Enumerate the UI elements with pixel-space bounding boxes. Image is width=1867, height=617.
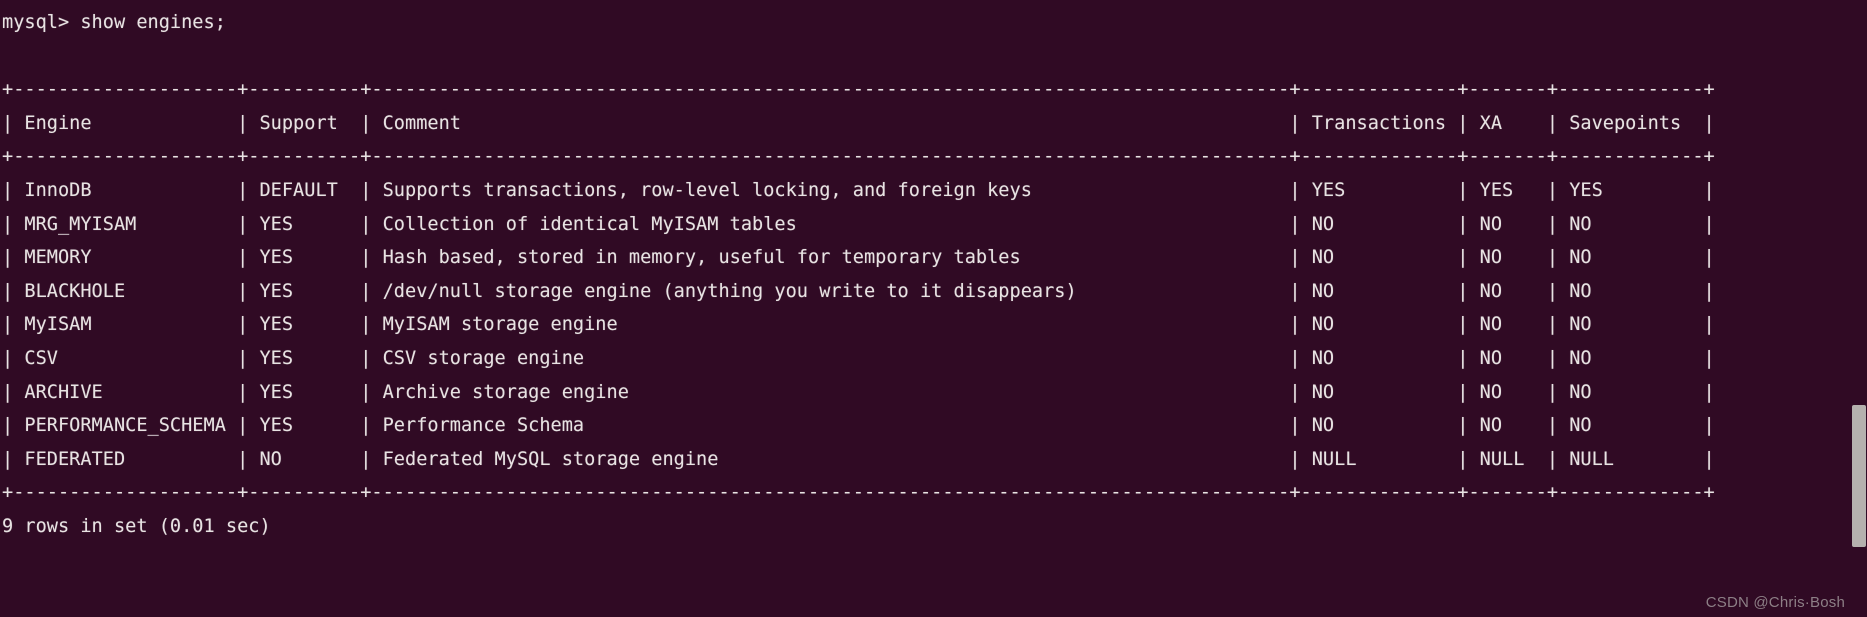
vertical-scrollbar-track[interactable] <box>1851 0 1867 617</box>
watermark-label: CSDN @Chris·Bosh <box>1705 594 1845 611</box>
table-border-bottom: +--------------------+----------+-------… <box>2 482 1715 504</box>
table-row: | ARCHIVE | YES | Archive storage engine… <box>2 381 1715 403</box>
table-border-top: +--------------------+----------+-------… <box>2 79 1715 101</box>
status-line: 9 rows in set (0.01 sec) <box>2 515 271 537</box>
table-row: | MEMORY | YES | Hash based, stored in m… <box>2 247 1715 269</box>
vertical-scrollbar-thumb[interactable] <box>1852 405 1866 547</box>
table-row: | FEDERATED | NO | Federated MySQL stora… <box>2 448 1715 470</box>
prompt-line: mysql> show engines; <box>2 12 226 33</box>
table-row: | InnoDB | DEFAULT | Supports transactio… <box>2 179 1715 201</box>
table-header-row: | Engine | Support | Comment | Transacti… <box>2 112 1715 134</box>
blank-line-1 <box>2 40 1867 74</box>
table-row: | MRG_MYISAM | YES | Collection of ident… <box>2 213 1715 235</box>
table-row: | PERFORMANCE_SCHEMA | YES | Performance… <box>2 415 1715 437</box>
terminal-output: mysql> show engines; +------------------… <box>2 6 1867 544</box>
terminal-window[interactable]: mysql> show engines; +------------------… <box>0 0 1867 617</box>
table-border-header: +--------------------+----------+-------… <box>2 146 1715 168</box>
table-row: | MyISAM | YES | MyISAM storage engine |… <box>2 314 1715 336</box>
table-row: | BLACKHOLE | YES | /dev/null storage en… <box>2 280 1715 302</box>
table-row: | CSV | YES | CSV storage engine | NO | … <box>2 347 1715 369</box>
